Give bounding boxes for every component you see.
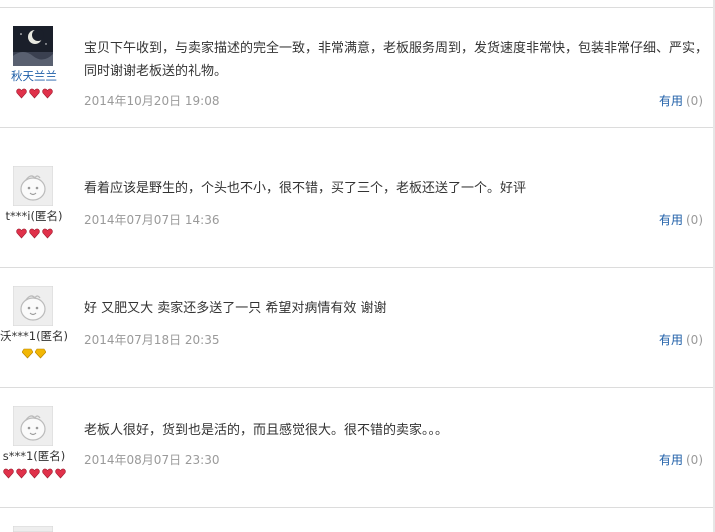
default-avatar-icon[interactable]	[13, 526, 53, 532]
heart-icon	[15, 228, 27, 239]
helpful-count: (0)	[686, 213, 703, 227]
username-label[interactable]: 沃***1(匿名)	[0, 328, 68, 344]
helpful-label: 有用	[658, 94, 683, 108]
review-row: s***1(匿名) 老板人很好，货到也是活的，而且感觉很大。很不错的卖家。。。 …	[0, 388, 713, 508]
helpful-count: (0)	[686, 453, 703, 467]
review-row: 沃***1(匿名) 好 又肥又大 卖家还多送了一只 希望对病情有效 谢谢 201…	[0, 268, 713, 388]
review-time: 2014年08月07日 23:30	[84, 453, 220, 467]
default-avatar-icon[interactable]	[13, 286, 53, 326]
helpful-button[interactable]: 有用 (0)	[659, 451, 703, 468]
diamond-icon	[22, 348, 33, 359]
review-content: 宝贝下午收到，与卖家描述的完全一致，非常满意，老板服务周到，发货速度非常快，包装…	[84, 41, 709, 79]
username-label[interactable]: t***i(匿名)	[0, 208, 68, 224]
username-label[interactable]: s***1(匿名)	[0, 448, 68, 464]
heart-icon	[28, 88, 40, 99]
helpful-count: (0)	[686, 94, 703, 108]
helpful-button[interactable]: 有用 (0)	[659, 211, 703, 228]
diamond-icon	[35, 348, 46, 359]
helpful-button[interactable]: 有用 (0)	[659, 331, 703, 348]
buyer-credit-badges	[0, 468, 68, 482]
heart-icon	[15, 88, 27, 99]
helpful-count: (0)	[686, 333, 703, 347]
review-time: 2014年07月07日 14:36	[84, 213, 220, 227]
default-avatar-icon[interactable]	[13, 166, 53, 206]
heart-icon	[54, 468, 66, 479]
helpful-button[interactable]: 有用 (0)	[659, 92, 703, 109]
helpful-label: 有用	[658, 213, 683, 227]
review-time: 2014年10月20日 19:08	[84, 94, 220, 108]
heart-icon	[28, 228, 40, 239]
helpful-label: 有用	[658, 333, 683, 347]
review-content: 好 又肥又大 卖家还多送了一只 希望对病情有效 谢谢	[84, 301, 387, 316]
heart-icon	[2, 468, 14, 479]
review-time: 2014年07月18日 20:35	[84, 333, 220, 347]
default-avatar-icon[interactable]	[13, 406, 53, 446]
helpful-label: 有用	[658, 453, 683, 467]
heart-icon	[41, 88, 53, 99]
review-content: 老板人很好，货到也是活的，而且感觉很大。很不错的卖家。。。	[84, 423, 449, 438]
heart-icon	[15, 468, 27, 479]
heart-icon	[28, 468, 40, 479]
review-row: 秋天兰兰 宝贝下午收到，与卖家描述的完全一致，非常满意，老板服务周到，发货速度非…	[0, 8, 713, 128]
username-link[interactable]: 秋天兰兰	[0, 68, 68, 84]
buyer-credit-badges	[0, 88, 68, 102]
review-content: 看着应该是野生的，个头也不小，很不错，买了三个，老板还送了一个。好评	[84, 181, 527, 196]
heart-icon	[41, 468, 53, 479]
review-row: t***i(匿名) 看着应该是野生的，个头也不小，很不错，买了三个，老板还送了一…	[0, 148, 713, 268]
buyer-credit-badges	[0, 228, 68, 242]
buyer-credit-badges	[0, 348, 68, 362]
user-avatar[interactable]	[13, 26, 53, 66]
heart-icon	[41, 228, 53, 239]
